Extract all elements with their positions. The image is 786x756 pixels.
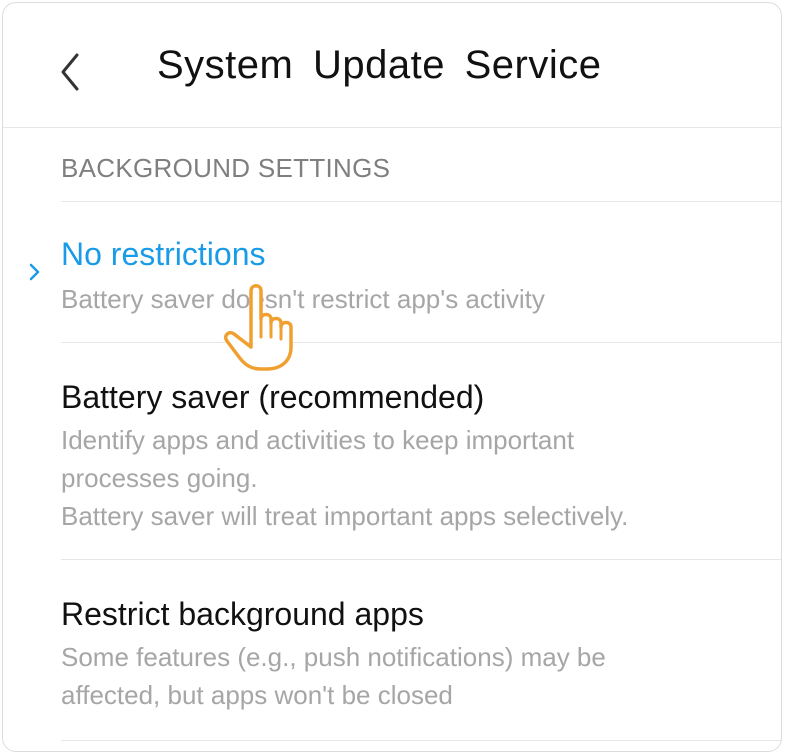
option-no-restrictions[interactable]: No restrictions Battery saver doesn't re… <box>3 202 781 342</box>
option-description: Battery saver doesn't restrict app's act… <box>61 284 545 314</box>
selected-chevron-icon <box>29 263 40 281</box>
chevron-left-icon <box>61 53 79 91</box>
option-title: No restrictions <box>61 236 266 272</box>
settings-screen: System Update Service BACKGROUND SETTING… <box>2 2 782 752</box>
option-description: Identify apps and activities to keep imp… <box>61 421 761 535</box>
option-restrict-background[interactable]: Restrict background apps Some features (… <box>3 560 781 740</box>
description-line: Identify apps and activities to keep imp… <box>61 425 575 455</box>
description-line: Some features (e.g., push notifications)… <box>61 642 606 672</box>
description-line: processes going. <box>61 463 258 493</box>
option-battery-saver[interactable]: Battery saver (recommended) Identify app… <box>3 343 781 559</box>
section-label: BACKGROUND SETTINGS <box>61 153 391 183</box>
option-description: Some features (e.g., push notifications)… <box>61 638 761 714</box>
description-line: affected, but apps won't be closed <box>61 680 453 710</box>
option-title: Restrict background apps <box>61 596 424 632</box>
back-button[interactable] <box>49 45 93 99</box>
divider <box>61 740 781 741</box>
option-title: Battery saver (recommended) <box>61 379 485 415</box>
page-title: System Update Service <box>157 43 602 87</box>
header-bar: System Update Service <box>3 3 781 128</box>
description-line: Battery saver will treat important apps … <box>61 501 629 531</box>
